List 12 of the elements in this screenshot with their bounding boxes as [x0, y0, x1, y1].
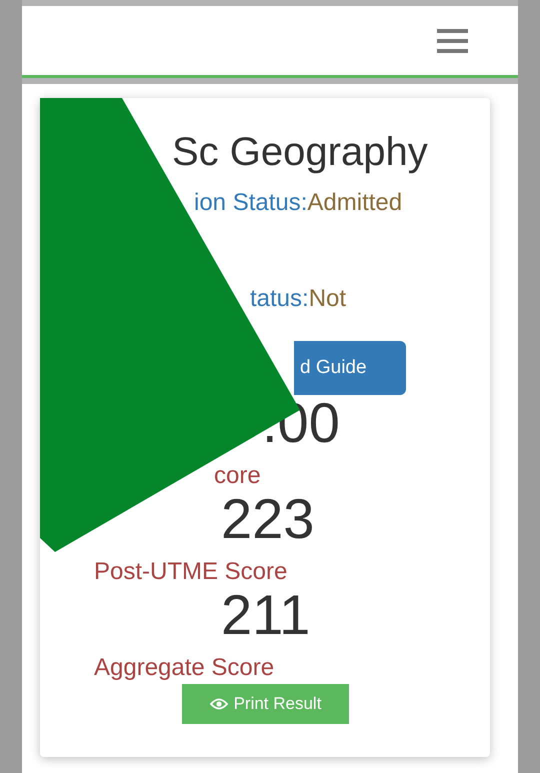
- admission-status: ion Status:Admitted: [194, 188, 402, 218]
- eye-icon: [210, 698, 228, 710]
- score-label: Post-UTME Score: [94, 557, 288, 587]
- program-title: Sc Geography: [172, 129, 428, 176]
- score-label: Aggregate Score: [94, 653, 274, 683]
- guide-button[interactable]: d Guide: [294, 341, 406, 395]
- print-result-button[interactable]: Print Result: [182, 684, 349, 724]
- status-line: tatus:Not: [250, 284, 346, 314]
- score-number: 211: [221, 587, 310, 643]
- score-label: core: [214, 461, 261, 491]
- menu-icon[interactable]: [437, 28, 468, 52]
- score-number: 223: [221, 491, 314, 547]
